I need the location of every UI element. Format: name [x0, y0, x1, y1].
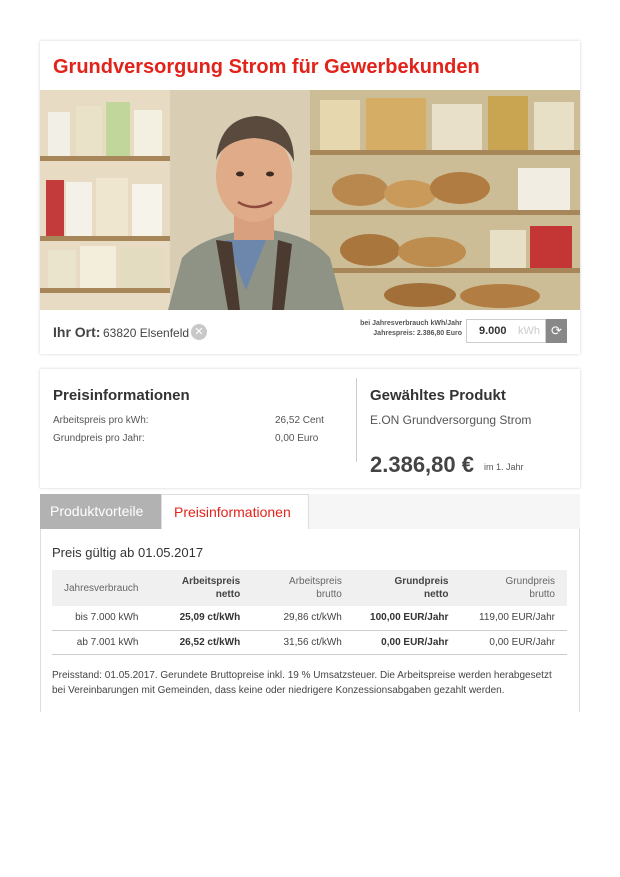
column-header: Jahresverbrauch	[52, 570, 151, 606]
product-header-card: Grundversorgung Strom für Gewerbekunden	[40, 41, 580, 354]
table-cell: 25,09 ct/kWh	[150, 606, 253, 631]
price-footnote: Preisstand: 01.05.2017. Gerundete Brutto…	[52, 670, 552, 696]
location-value: 63820 Elsenfeld	[103, 326, 190, 340]
selected-product-name: E.ON Grundversorgung Strom	[370, 413, 532, 427]
selected-product-title: Gewähltes Produkt	[370, 387, 506, 404]
close-circle-icon[interactable]: ✕	[191, 324, 207, 340]
table-row: ab 7.001 kWh 26,52 ct/kWh 31,56 ct/kWh 0…	[52, 630, 567, 655]
location-label: Ihr Ort:	[53, 324, 101, 340]
table-cell: 100,00 EUR/Jahr	[353, 606, 461, 631]
location-bar: Ihr Ort: 63820 Elsenfeld ✕ bei Jahresver…	[40, 310, 580, 354]
price-info-row-label: Arbeitspreis pro kWh:	[53, 415, 149, 426]
table-cell: 119,00 EUR/Jahr	[460, 606, 567, 631]
kwh-input-value: 9.000	[479, 325, 507, 337]
table-row: bis 7.000 kWh 25,09 ct/kWh 29,86 ct/kWh …	[52, 606, 567, 631]
table-cell: 0,00 EUR/Jahr	[460, 630, 567, 655]
valid-from-heading: Preis gültig ab 01.05.2017	[52, 545, 204, 560]
table-cell: 0,00 EUR/Jahr	[353, 630, 461, 655]
column-header: Grundpreis netto	[353, 570, 461, 606]
annual-price-caption: Jahrespreis: 2.386,80 Euro	[373, 330, 462, 337]
selected-product-price-note: im 1. Jahr	[484, 462, 524, 472]
table-cell: bis 7.000 kWh	[52, 606, 151, 631]
column-header: Grundpreis brutto	[460, 570, 567, 606]
tab-preisinformationen[interactable]: Preisinformationen	[161, 494, 309, 529]
kwh-input[interactable]: 9.000 kWh	[466, 319, 546, 343]
column-header: Arbeitspreis brutto	[252, 570, 354, 606]
price-summary-card: Preisinformationen Arbeitspreis pro kWh:…	[40, 369, 580, 488]
hero-image	[40, 90, 580, 310]
refresh-button[interactable]: ⟳	[546, 319, 567, 343]
tab-bar-filler	[309, 494, 580, 529]
table-cell: ab 7.001 kWh	[52, 630, 151, 655]
consumption-caption: bei Jahresverbrauch kWh/Jahr	[360, 320, 462, 327]
page-title: Grundversorgung Strom für Gewerbekunden	[53, 56, 480, 78]
refresh-icon: ⟳	[551, 323, 562, 338]
table-cell: 29,86 ct/kWh	[252, 606, 354, 631]
table-cell: 26,52 ct/kWh	[150, 630, 253, 655]
price-info-row-value: 0,00 Euro	[275, 433, 319, 444]
hero-image-graphic	[40, 90, 580, 310]
column-divider	[356, 378, 357, 462]
kwh-unit-label: kWh	[518, 325, 540, 337]
selected-product-price: 2.386,80 €	[370, 452, 474, 477]
price-info-title: Preisinformationen	[53, 387, 190, 404]
price-table: Jahresverbrauch Arbeitspreis netto Arbeit…	[52, 570, 567, 655]
price-info-panel: Preis gültig ab 01.05.2017 Jahresverbrau…	[40, 529, 580, 712]
column-header: Arbeitspreis netto	[150, 570, 253, 606]
table-cell: 31,56 ct/kWh	[252, 630, 354, 655]
tab-bar: Produktvorteile Preisinformationen	[40, 494, 580, 529]
consumption-info: bei Jahresverbrauch kWh/Jahr Jahrespreis…	[360, 319, 462, 339]
table-header-row: Jahresverbrauch Arbeitspreis netto Arbeit…	[52, 570, 567, 606]
tab-produktvorteile[interactable]: Produktvorteile	[40, 494, 161, 529]
price-info-row-value: 26,52 Cent	[275, 415, 324, 426]
price-info-row-label: Grundpreis pro Jahr:	[53, 433, 145, 444]
